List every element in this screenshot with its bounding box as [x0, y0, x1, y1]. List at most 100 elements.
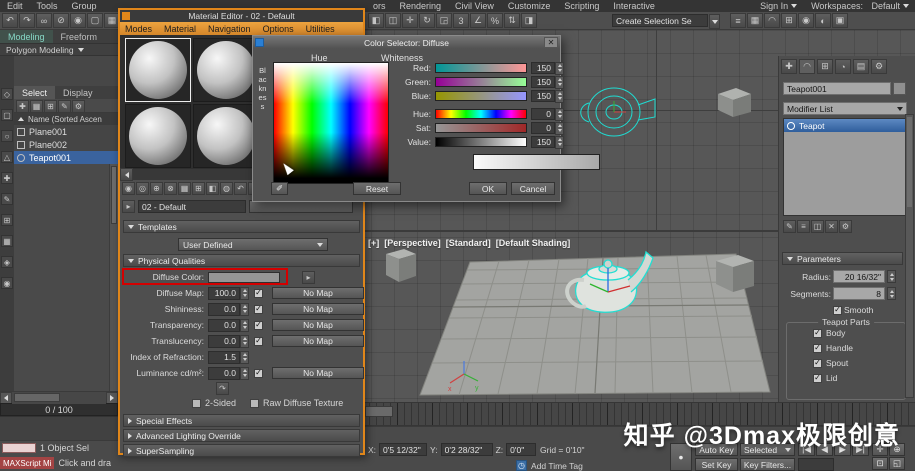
lid-checkbox[interactable]: ✓ — [813, 373, 822, 383]
edit-icon[interactable]: ✎ — [58, 100, 71, 113]
green-value-field[interactable]: 150 — [531, 76, 555, 88]
viewport-menu-pov[interactable]: [Perspective] — [384, 238, 441, 248]
rendered-frame-icon[interactable]: ▣ — [832, 13, 848, 28]
curve-editor-icon[interactable]: ◠ — [764, 13, 780, 28]
snap-toggle-icon[interactable]: 3 — [453, 13, 469, 28]
blue-value-field[interactable]: 150 — [531, 90, 555, 102]
layers-icon[interactable]: ▦ — [747, 13, 763, 28]
align-icon[interactable]: ≡ — [730, 13, 746, 28]
shininess-enable-checkbox[interactable]: ✓ — [254, 304, 263, 314]
translucency-field[interactable]: 0.0 — [208, 334, 240, 348]
explorer-tool-icon-1[interactable]: ◇ — [1, 88, 13, 100]
list-item-teapot001-selected[interactable]: Teapot001 — [14, 151, 118, 164]
material-id-icon[interactable]: ◧ — [206, 182, 219, 195]
orbit-icon[interactable]: ◱ — [889, 457, 905, 470]
menu-group[interactable]: Group — [65, 0, 104, 12]
ior-field[interactable]: 1.5 — [208, 350, 240, 364]
angle-snap-icon[interactable]: ∠ — [470, 13, 486, 28]
scroll-right-icon[interactable] — [106, 391, 118, 404]
tab-display[interactable]: Display — [55, 86, 101, 99]
explorer-tool-icon-6[interactable]: ✎ — [1, 193, 13, 205]
segments-field[interactable]: 8 — [833, 287, 885, 300]
sat-value-field[interactable]: 0 — [531, 122, 555, 134]
blue-slider[interactable] — [435, 91, 527, 101]
luminance-map-button[interactable]: No Map — [272, 367, 364, 379]
explorer-tool-icon-3[interactable]: ○ — [1, 130, 13, 142]
make-unique-icon[interactable]: ▦ — [178, 182, 191, 195]
translucency-spinner[interactable] — [240, 334, 249, 348]
object-color-swatch[interactable] — [893, 82, 906, 95]
material-name-field[interactable]: 02 - Default — [138, 200, 246, 213]
current-frame-field[interactable] — [798, 458, 834, 471]
make-unique-icon[interactable]: ◫ — [811, 220, 824, 233]
radius-spinner[interactable] — [887, 270, 896, 283]
diffuse-color-swatch[interactable] — [208, 271, 280, 283]
spinner-snap-icon[interactable]: ⇅ — [504, 13, 520, 28]
reset-map-icon[interactable]: ⊗ — [164, 182, 177, 195]
transparency-enable-checkbox[interactable]: ✓ — [254, 320, 263, 330]
workspaces-dropdown[interactable]: Workspaces: Default — [808, 0, 912, 12]
menu-civil-view[interactable]: Civil View — [448, 0, 501, 12]
motion-tab-icon[interactable]: ◔ — [835, 59, 851, 74]
add-time-tag[interactable]: Add Time Tag — [531, 461, 583, 471]
explorer-tool-icon-10[interactable]: ◉ — [1, 277, 13, 289]
box-object-right[interactable] — [716, 255, 754, 292]
diffuse-map-spinner[interactable] — [240, 286, 249, 300]
explorer-tool-icon-2[interactable]: ▢ — [1, 109, 13, 121]
undo-icon[interactable]: ↶ — [2, 13, 18, 28]
put-to-library-icon[interactable]: ⊞ — [192, 182, 205, 195]
handle-checkbox[interactable]: ✓ — [813, 343, 822, 353]
sample-slot-1-active[interactable] — [125, 38, 191, 102]
link-icon[interactable]: ∞ — [36, 13, 52, 28]
menu-interactive[interactable]: Interactive — [606, 0, 662, 12]
sample-slot-3[interactable] — [125, 104, 191, 168]
menu-modifiers-partial[interactable]: ors — [366, 0, 393, 12]
rotate-tool-icon[interactable]: ↻ — [419, 13, 435, 28]
put-to-scene-icon[interactable]: ◎ — [136, 182, 149, 195]
sign-in-button[interactable]: Sign In — [757, 0, 800, 12]
transparency-field[interactable]: 0.0 — [208, 318, 240, 332]
scale-tool-icon[interactable]: ◲ — [436, 13, 452, 28]
segments-spinner[interactable] — [887, 287, 896, 300]
scroll-left-icon[interactable] — [120, 168, 133, 181]
mirror-icon[interactable]: ◨ — [521, 13, 537, 28]
display-tab-icon[interactable]: ▤ — [853, 59, 869, 74]
advanced-lighting-override-rollout[interactable]: Advanced Lighting Override — [123, 429, 360, 442]
ior-spinner[interactable] — [240, 350, 249, 364]
translucency-enable-checkbox[interactable]: ✓ — [254, 336, 263, 346]
explorer-horizontal-scrollbar[interactable] — [0, 391, 118, 404]
physical-qualities-rollout[interactable]: Physical Qualities — [123, 254, 360, 267]
z-coordinate-field[interactable]: 0'0" — [506, 443, 537, 456]
templates-rollout[interactable]: Templates — [123, 220, 360, 233]
explorer-tool-icon-4[interactable]: △ — [1, 151, 13, 163]
menu-edit[interactable]: Edit — [0, 0, 30, 12]
shininess-map-button[interactable]: No Map — [272, 303, 364, 315]
box-object-left[interactable] — [386, 249, 416, 282]
red-slider[interactable] — [435, 63, 527, 73]
tab-select[interactable]: Select — [14, 86, 56, 99]
reset-button[interactable]: Reset — [353, 182, 401, 195]
transparency-map-button[interactable]: No Map — [272, 319, 364, 331]
body-checkbox[interactable]: ✓ — [813, 328, 822, 338]
settings-gear-icon[interactable]: ⚙ — [72, 100, 85, 113]
hue-spinner[interactable] — [555, 107, 564, 121]
configure-stack-icon[interactable]: ⚙ — [839, 220, 852, 233]
parameters-rollout[interactable]: Parameters — [782, 252, 903, 265]
modify-tab-icon[interactable]: ◠ — [799, 59, 815, 74]
time-slider-thumb[interactable] — [365, 406, 393, 417]
menu-customize[interactable]: Customize — [501, 0, 558, 12]
menu-modes[interactable]: Modes — [120, 24, 157, 34]
diffuse-color-options-icon[interactable]: ▸ — [302, 270, 315, 284]
luminance-field[interactable]: 0.0 — [208, 366, 240, 380]
menu-navigation[interactable]: Navigation — [203, 24, 256, 34]
key-filters-button[interactable]: Key Filters... — [740, 458, 795, 471]
get-material-icon[interactable]: ◉ — [122, 182, 135, 195]
maxscript-listener-label[interactable]: MAXScript Mi — [0, 457, 55, 469]
create-tab-icon[interactable]: ✚ — [781, 59, 797, 74]
diffuse-map-amount-field[interactable]: 100.0 — [208, 286, 240, 300]
hierarchy-tab-icon[interactable]: ⊞ — [817, 59, 833, 74]
add-icon[interactable]: ✚ — [16, 100, 29, 113]
sat-slider[interactable] — [435, 123, 527, 133]
x-coordinate-field[interactable]: 0'5 12/32" — [379, 443, 428, 456]
explorer-vertical-scrollbar[interactable] — [109, 164, 118, 391]
